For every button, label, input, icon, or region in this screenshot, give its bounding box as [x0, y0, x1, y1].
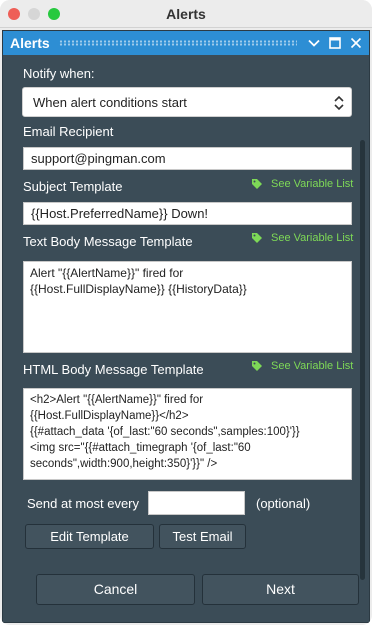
next-button[interactable]: Next — [202, 574, 359, 605]
send-interval-field[interactable] — [148, 491, 245, 515]
app-window: Alerts Alerts Notify when: When alert co… — [0, 0, 372, 625]
html-body-label: HTML Body Message Template — [23, 362, 204, 377]
subject-field[interactable]: {{Host.PreferredName}} Down! — [23, 202, 352, 225]
panel-header-grip — [59, 40, 297, 46]
tag-icon — [252, 361, 262, 371]
title-bar: Alerts — [0, 0, 372, 28]
scrollbar[interactable] — [360, 140, 365, 580]
html-body-textarea[interactable]: <h2>Alert "{{AlertName}}" fired for {{Ho… — [23, 388, 352, 480]
send-label: Send at most every — [27, 496, 139, 511]
subject-variable-link[interactable]: See Variable List — [271, 178, 353, 190]
html-body-variable-link[interactable]: See Variable List — [271, 360, 353, 372]
email-field[interactable]: support@pingman.com — [23, 147, 352, 170]
updown-arrows-icon — [334, 95, 344, 111]
notify-select[interactable]: When alert conditions start — [22, 87, 352, 117]
panel-title: Alerts — [10, 35, 50, 51]
window-title: Alerts — [166, 6, 206, 22]
email-label: Email Recipient — [23, 124, 114, 139]
text-body-variable-link[interactable]: See Variable List — [271, 232, 353, 244]
tag-icon — [252, 233, 262, 243]
subject-label: Subject Template — [23, 179, 123, 194]
tag-icon — [252, 179, 262, 189]
text-body-textarea[interactable]: Alert "{{AlertName}}" fired for {{Host.F… — [23, 261, 352, 353]
send-optional-label: (optional) — [256, 496, 311, 511]
test-email-button[interactable]: Test Email — [159, 524, 246, 549]
chevron-down-icon[interactable] — [306, 35, 322, 51]
cancel-button[interactable]: Cancel — [36, 574, 195, 605]
edit-template-button[interactable]: Edit Template — [25, 524, 154, 549]
restore-icon[interactable] — [327, 35, 343, 51]
text-body-label: Text Body Message Template — [23, 234, 193, 249]
notify-label: Notify when: — [23, 66, 95, 81]
panel-header: Alerts — [3, 31, 369, 55]
notify-select-value: When alert conditions start — [33, 95, 187, 110]
close-icon[interactable] — [348, 35, 364, 51]
